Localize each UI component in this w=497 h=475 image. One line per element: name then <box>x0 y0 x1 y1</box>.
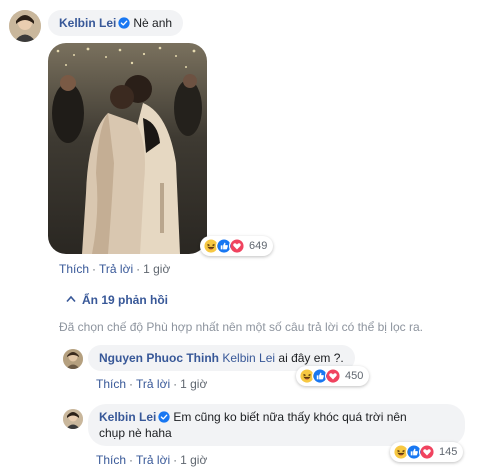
reply-time[interactable]: 1 giờ <box>180 453 207 467</box>
reply-button[interactable]: Trả lời <box>99 262 133 276</box>
reply-button[interactable]: Trả lời <box>136 377 170 391</box>
reply-button[interactable]: Trả lời <box>136 453 170 467</box>
chevron-up-icon <box>66 295 76 303</box>
reply-text-line-1: Em cũng ko biết nữa thấy khóc quá trời n… <box>173 410 407 424</box>
reaction-count: 145 <box>439 446 458 458</box>
verified-badge-icon <box>118 17 130 29</box>
reply-author-name[interactable]: Nguyen Phuoc Thinh <box>99 351 219 365</box>
like-button[interactable]: Thích <box>96 377 126 391</box>
comment-photo[interactable] <box>48 43 207 254</box>
reply-bubble: Kelbin Lei Em cũng ko biết nữa thấy khóc … <box>88 404 465 446</box>
love-icon <box>419 444 435 460</box>
comment-text: Nè anh <box>133 16 173 30</box>
hide-replies-label: Ẩn 19 phản hồi <box>82 293 169 307</box>
reaction-count: 450 <box>345 370 364 382</box>
avatar[interactable] <box>63 349 83 369</box>
reply-text-line-2: chụp nè haha <box>99 426 172 440</box>
like-button[interactable]: Thích <box>96 453 126 467</box>
avatar[interactable] <box>63 409 83 429</box>
reply-reactions[interactable]: 450 <box>296 366 370 386</box>
avatar[interactable] <box>9 10 41 42</box>
comment-actions: Thích · Trả lời · 1 giờ <box>59 262 171 276</box>
like-button[interactable]: Thích <box>59 262 89 276</box>
reply-mention[interactable]: Kelbin Lei <box>222 351 275 365</box>
comment-author-name[interactable]: Kelbin Lei <box>59 16 116 30</box>
reaction-count: 649 <box>249 240 268 252</box>
reply-time[interactable]: 1 giờ <box>180 377 207 391</box>
reply-author-name[interactable]: Kelbin Lei <box>99 410 156 424</box>
reply-actions: Thích · Trả lời · 1 giờ <box>96 377 208 391</box>
reply-actions: Thích · Trả lời · 1 giờ <box>96 453 208 467</box>
love-icon <box>325 368 341 384</box>
hide-replies-button[interactable]: Ẩn 19 phản hồi <box>66 293 168 307</box>
comment-reactions[interactable]: 649 <box>200 236 274 256</box>
comment-bubble: Kelbin Lei Nè anh <box>48 10 184 36</box>
filter-notice: Đã chọn chế độ Phù hợp nhất nên một số c… <box>59 320 423 334</box>
verified-badge-icon <box>158 411 170 423</box>
comment-time[interactable]: 1 giờ <box>143 262 170 276</box>
reply-text: ai đây em ?. <box>275 351 344 365</box>
love-icon <box>229 238 245 254</box>
reply-reactions[interactable]: 145 <box>390 442 464 462</box>
